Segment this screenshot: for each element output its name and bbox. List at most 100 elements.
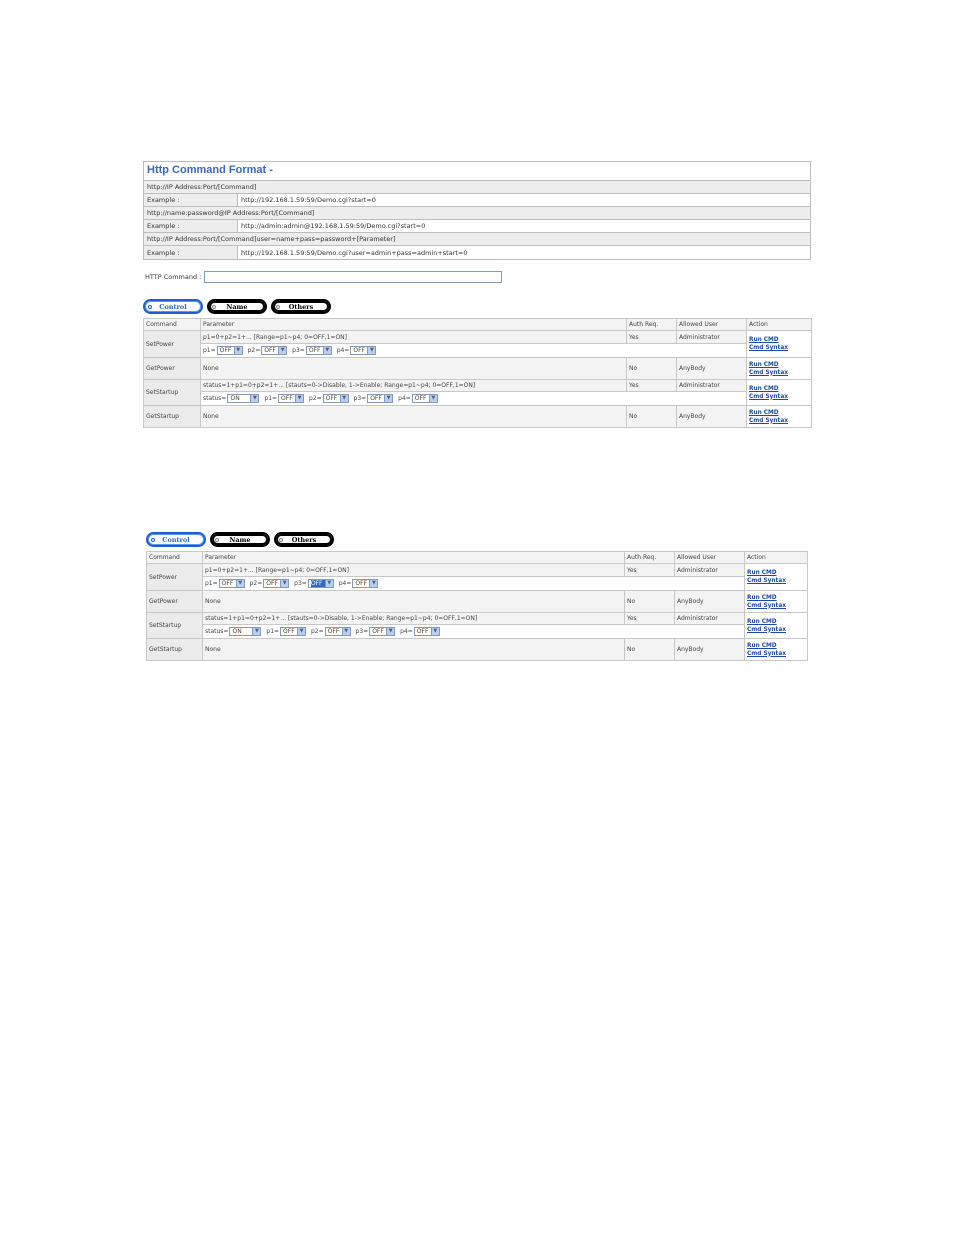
tab-label: Others	[288, 302, 314, 311]
p4-select[interactable]: OFF ▼	[413, 627, 440, 636]
param-label: p3=	[292, 347, 305, 354]
tab-bar: Control Name Others	[143, 299, 331, 314]
chevron-down-icon: ▼	[339, 395, 348, 402]
cmd-syntax-link[interactable]: Cmd Syntax	[749, 393, 809, 401]
select-value: OFF	[414, 395, 427, 402]
format-text: http://name:password@IP Address:Port/[Co…	[147, 209, 315, 217]
cmd-syntax-link[interactable]: Cmd Syntax	[749, 369, 809, 377]
format-row: Example : http://192.168.1.59:59/Demo.cgi…	[144, 246, 810, 259]
select-value: OFF	[264, 347, 276, 354]
command-name: GetPower	[146, 590, 203, 613]
command-name: GetStartup	[143, 405, 201, 428]
param-label: p2=	[308, 395, 322, 402]
run-cmd-link[interactable]: Run CMD	[747, 618, 805, 626]
auth-value: Yes	[626, 379, 677, 392]
table-row: GetStartup None No AnyBody Run CMD Cmd Sy…	[146, 638, 808, 661]
tab-name[interactable]: Name	[210, 532, 270, 547]
header-action: Action	[746, 318, 812, 331]
cmd-syntax-link[interactable]: Cmd Syntax	[749, 344, 809, 352]
p3-select[interactable]: OFF ▼	[369, 627, 396, 636]
run-cmd-link[interactable]: Run CMD	[747, 569, 805, 577]
http-command-format-box: Http Command Format - http://IP Address:…	[143, 161, 811, 260]
p2-select[interactable]: OFF ▼	[322, 394, 349, 403]
parameter-controls: status= ON ▼ p1= OFF ▼ p2= OFF ▼ p3= OFF ▼ p4= OF…	[200, 391, 747, 406]
cmd-syntax-link[interactable]: Cmd Syntax	[747, 650, 805, 658]
param-label: status=	[203, 395, 227, 402]
p1-select[interactable]: OFF ▼	[218, 579, 245, 588]
command-table: Command Parameter Auth Req. Allowed User…	[143, 318, 812, 428]
table-row: SetPower p1=0+p2=1+... [Range=p1~p4; 0=O…	[143, 330, 812, 358]
p2-select[interactable]: OFF ▼	[263, 579, 290, 588]
table-header-row: Command Parameter Auth Req. Allowed User…	[146, 551, 808, 564]
run-cmd-link[interactable]: Run CMD	[749, 336, 809, 344]
select-value: OFF	[221, 580, 234, 587]
chevron-down-icon: ▼	[341, 628, 350, 635]
tab-control[interactable]: Control	[143, 299, 203, 314]
chevron-down-icon: ▼	[233, 347, 242, 354]
param-label: p1=	[264, 395, 278, 402]
tab-dot-icon	[276, 305, 280, 309]
select-value: OFF	[325, 395, 338, 402]
format-text: http://IP Address:Port/[Command]user=nam…	[147, 235, 396, 243]
select-value: ON	[232, 628, 242, 635]
cmd-syntax-link[interactable]: Cmd Syntax	[747, 626, 805, 634]
chevron-down-icon: ▼	[322, 347, 331, 354]
p2-select[interactable]: OFF ▼	[324, 627, 351, 636]
example-value: http://192.168.1.59:59/Demo.cgi?user=adm…	[241, 248, 468, 257]
table-row: p1= OFF ▼ p2= OFF ▼ p3= OFF ▼ p4= OFF ▼	[144, 343, 812, 358]
cmd-syntax-link[interactable]: Cmd Syntax	[749, 417, 809, 425]
status-select[interactable]: ON ▼	[227, 394, 260, 403]
auth-value: No	[624, 590, 675, 613]
example-label: Example :	[144, 220, 238, 232]
example-value: http://admin:admin@192.168.1.59:59/Demo.…	[241, 222, 426, 230]
parameter-text: None	[200, 357, 627, 380]
run-cmd-link[interactable]: Run CMD	[747, 642, 805, 650]
run-cmd-link[interactable]: Run CMD	[749, 409, 809, 417]
table-row: p1= OFF ▼ p2= OFF ▼ p3= OFF ▼ p4= OFF ▼	[147, 576, 808, 591]
cmd-syntax-link[interactable]: Cmd Syntax	[747, 602, 805, 610]
tab-others[interactable]: Others	[271, 299, 331, 314]
p2-select[interactable]: OFF ▼	[261, 346, 288, 355]
tab-label: Control	[159, 302, 187, 311]
allowed-user-value: Administrator	[676, 330, 747, 344]
chevron-down-icon: ▼	[250, 395, 259, 402]
command-name: GetStartup	[146, 638, 203, 661]
p4-select[interactable]: OFF ▼	[411, 394, 438, 403]
example-label: Example :	[144, 194, 238, 206]
select-value: OFF	[281, 395, 293, 402]
parameter-text: p1=0+p2=1+... [Range=p1~p4; 0=OFF,1=ON]	[200, 330, 627, 344]
p3-select[interactable]: OFF ▼	[307, 579, 334, 588]
action-cell: Run CMD Cmd Syntax	[744, 638, 808, 661]
tab-control[interactable]: Control	[146, 532, 206, 547]
p1-select[interactable]: OFF ▼	[278, 394, 305, 403]
format-row: http://name:password@IP Address:Port/[Co…	[144, 207, 810, 220]
p4-select[interactable]: OFF ▼	[352, 579, 379, 588]
param-label: p2=	[247, 347, 261, 354]
table-row: SetStartup status=1+p1=0+p2=1+... [staut…	[143, 379, 812, 406]
p3-select[interactable]: OFF ▼	[367, 394, 394, 403]
header-allowed-user: Allowed User	[674, 551, 745, 564]
chevron-down-icon: ▼	[367, 347, 376, 354]
auth-value: Yes	[626, 330, 677, 344]
run-cmd-link[interactable]: Run CMD	[749, 361, 809, 369]
http-command-input[interactable]	[204, 271, 503, 283]
cmd-syntax-link[interactable]: Cmd Syntax	[747, 577, 805, 585]
tab-others[interactable]: Others	[274, 532, 334, 547]
status-select[interactable]: ON ▼	[229, 627, 262, 636]
param-label: p2=	[249, 580, 263, 587]
p4-select[interactable]: OFF ▼	[350, 346, 377, 355]
http-command-label: HTTP Command :	[145, 273, 202, 281]
header-auth: Auth Req.	[624, 551, 675, 564]
table-row: status= ON ▼ p1= OFF ▼ p2= OFF ▼ p3= OFF ▼ p4= OF…	[147, 624, 808, 639]
tab-name[interactable]: Name	[207, 299, 267, 314]
p3-select[interactable]: OFF ▼	[305, 346, 332, 355]
command-table: Command Parameter Auth Req. Allowed User…	[146, 551, 808, 661]
select-value: OFF	[372, 628, 384, 635]
allowed-user-value: AnyBody	[676, 405, 747, 428]
p1-select[interactable]: OFF ▼	[280, 627, 307, 636]
example-label: Example :	[144, 246, 238, 259]
run-cmd-link[interactable]: Run CMD	[747, 594, 805, 602]
p1-select[interactable]: OFF ▼	[216, 346, 243, 355]
run-cmd-link[interactable]: Run CMD	[749, 385, 809, 393]
param-label: p1=	[205, 580, 218, 587]
